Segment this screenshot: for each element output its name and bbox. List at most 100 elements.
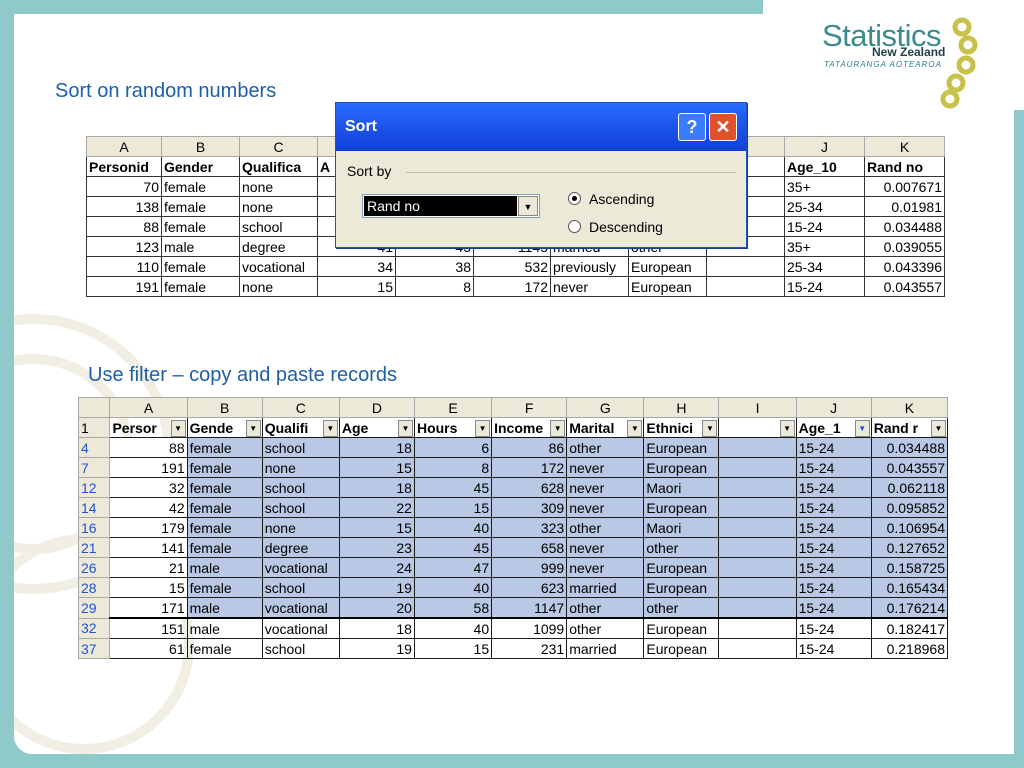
- cell[interactable]: 171: [109, 597, 188, 619]
- cell[interactable]: 658: [491, 537, 568, 558]
- filter-dropdown-icon[interactable]: ▼: [397, 420, 413, 437]
- cell[interactable]: 88: [109, 437, 188, 458]
- cell[interactable]: male: [186, 557, 263, 578]
- cell[interactable]: 0.043396: [864, 256, 945, 277]
- cell[interactable]: 0.218968: [870, 638, 949, 659]
- column-header[interactable]: E: [413, 397, 493, 418]
- cell[interactable]: 0.165434: [870, 577, 949, 598]
- row-header[interactable]: 37: [77, 638, 111, 659]
- column-header[interactable]: C: [239, 136, 318, 157]
- cell[interactable]: 34: [317, 256, 396, 277]
- cell[interactable]: 15: [109, 577, 188, 598]
- cell[interactable]: none: [261, 457, 340, 478]
- cell[interactable]: Maori: [643, 517, 720, 538]
- cell[interactable]: married: [566, 638, 645, 659]
- cell[interactable]: female: [186, 638, 263, 659]
- cell[interactable]: Qualifica: [239, 156, 318, 177]
- cell[interactable]: vocational: [261, 617, 340, 639]
- cell[interactable]: female: [186, 577, 263, 598]
- cell[interactable]: [718, 577, 797, 598]
- cell[interactable]: school: [261, 577, 340, 598]
- cell[interactable]: male: [186, 597, 263, 619]
- filter-header-cell[interactable]: Income ▼: [491, 417, 568, 438]
- cell[interactable]: 40: [413, 517, 493, 538]
- cell[interactable]: 323: [491, 517, 568, 538]
- cell[interactable]: 21: [109, 557, 188, 578]
- column-header[interactable]: J: [784, 136, 865, 157]
- cell[interactable]: European: [628, 276, 707, 297]
- cell[interactable]: 138: [86, 196, 162, 217]
- cell[interactable]: Gender: [161, 156, 240, 177]
- cell[interactable]: Rand no: [864, 156, 945, 177]
- cell[interactable]: 532: [473, 256, 551, 277]
- cell[interactable]: school: [239, 216, 318, 237]
- cell[interactable]: school: [261, 638, 340, 659]
- cell[interactable]: female: [186, 517, 263, 538]
- cell[interactable]: 172: [473, 276, 551, 297]
- cell[interactable]: degree: [239, 236, 318, 257]
- cell[interactable]: [718, 537, 797, 558]
- cell[interactable]: 19: [338, 638, 415, 659]
- cell[interactable]: never: [566, 497, 645, 518]
- filter-dropdown-icon[interactable]: ▼: [550, 420, 566, 437]
- cell[interactable]: vocational: [261, 557, 340, 578]
- cell[interactable]: 45: [413, 537, 493, 558]
- cell[interactable]: 15: [317, 276, 396, 297]
- cell[interactable]: female: [161, 256, 240, 277]
- cell[interactable]: other: [566, 437, 645, 458]
- cell[interactable]: school: [261, 477, 340, 498]
- cell[interactable]: 86: [491, 437, 568, 458]
- filter-header-cell[interactable]: Ethnici ▼: [643, 417, 720, 438]
- filter-header-cell[interactable]: Marital ▼: [566, 417, 645, 438]
- cell[interactable]: 35+: [784, 176, 865, 197]
- cell[interactable]: 15-24: [795, 597, 872, 619]
- cell[interactable]: 47: [413, 557, 493, 578]
- row-header[interactable]: 16: [77, 517, 111, 538]
- cell[interactable]: 628: [491, 477, 568, 498]
- column-header[interactable]: K: [864, 136, 945, 157]
- chevron-down-icon[interactable]: ▼: [518, 196, 538, 216]
- cell[interactable]: 191: [109, 457, 188, 478]
- cell[interactable]: 0.034488: [864, 216, 945, 237]
- column-header[interactable]: I: [718, 397, 797, 418]
- cell[interactable]: 22: [338, 497, 415, 518]
- column-header[interactable]: C: [261, 397, 340, 418]
- cell[interactable]: Age_10: [784, 156, 865, 177]
- cell[interactable]: 110: [86, 256, 162, 277]
- filter-dropdown-icon[interactable]: ▼: [627, 420, 643, 437]
- cell[interactable]: [718, 437, 797, 458]
- cell[interactable]: [718, 517, 797, 538]
- cell[interactable]: 623: [491, 577, 568, 598]
- cell[interactable]: 42: [109, 497, 188, 518]
- cell[interactable]: European: [643, 437, 720, 458]
- cell[interactable]: 15-24: [795, 517, 872, 538]
- filter-dropdown-icon[interactable]: ▼: [702, 420, 718, 437]
- cell[interactable]: 1099: [491, 617, 568, 639]
- cell[interactable]: 8: [395, 276, 474, 297]
- cell[interactable]: 0.062118: [870, 477, 949, 498]
- cell[interactable]: 25-34: [784, 256, 865, 277]
- cell[interactable]: 58: [413, 597, 493, 619]
- cell[interactable]: 18: [338, 437, 415, 458]
- cell[interactable]: female: [186, 437, 263, 458]
- cell[interactable]: 40: [413, 617, 493, 639]
- cell[interactable]: 15-24: [795, 617, 872, 639]
- cell[interactable]: 40: [413, 577, 493, 598]
- cell[interactable]: European: [628, 256, 707, 277]
- cell[interactable]: female: [161, 276, 240, 297]
- cell[interactable]: 15-24: [795, 477, 872, 498]
- cell[interactable]: [718, 638, 797, 659]
- cell[interactable]: [706, 276, 785, 297]
- cell[interactable]: vocational: [261, 597, 340, 619]
- cell[interactable]: 45: [413, 477, 493, 498]
- cell[interactable]: 0.095852: [870, 497, 949, 518]
- cell[interactable]: other: [566, 517, 645, 538]
- cell[interactable]: 70: [86, 176, 162, 197]
- cell[interactable]: 15-24: [795, 557, 872, 578]
- cell[interactable]: 61: [109, 638, 188, 659]
- cell[interactable]: 15-24: [795, 437, 872, 458]
- cell[interactable]: 0.043557: [864, 276, 945, 297]
- sort-field-select[interactable]: Rand no ▼: [362, 194, 540, 218]
- cell[interactable]: male: [161, 236, 240, 257]
- cell[interactable]: 1147: [491, 597, 568, 619]
